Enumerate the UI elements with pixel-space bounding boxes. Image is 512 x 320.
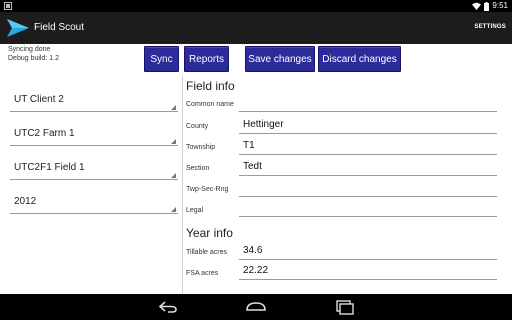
dropdown-arrow-icon — [171, 207, 176, 212]
recents-icon[interactable] — [332, 299, 356, 315]
year-info-heading: Year info — [186, 226, 233, 240]
dropdown-arrow-icon — [171, 173, 176, 178]
legal-field[interactable] — [239, 201, 497, 217]
county-field[interactable]: Hettinger — [239, 118, 497, 134]
twp-sec-rng-label: Twp-Sec-Rng — [186, 186, 229, 193]
navigation-bar — [0, 294, 512, 320]
year-spinner[interactable]: 2012 — [10, 188, 178, 214]
township-field[interactable]: T1 — [239, 139, 497, 155]
back-icon[interactable] — [156, 299, 180, 315]
common-name-field[interactable] — [239, 96, 497, 112]
client-spinner[interactable]: UT Client 2 — [10, 86, 178, 112]
dropdown-arrow-icon — [171, 139, 176, 144]
farm-spinner[interactable]: UTC2 Farm 1 — [10, 120, 178, 146]
client-spinner-value: UT Client 2 — [14, 94, 64, 105]
farm-spinner-value: UTC2 Farm 1 — [14, 128, 75, 139]
discard-changes-button[interactable]: Discard changes — [318, 46, 401, 72]
status-bar: 9:51 — [0, 0, 512, 12]
field-scout-arrow-icon — [7, 19, 29, 37]
county-label: County — [186, 123, 209, 130]
battery-icon — [484, 1, 490, 11]
field-spinner-value: UTC2F1 Field 1 — [14, 162, 85, 173]
reports-button[interactable]: Reports — [184, 46, 229, 72]
field-info-heading: Field info — [186, 79, 235, 93]
settings-button[interactable]: SETTINGS — [474, 24, 506, 30]
fsa-acres-label: FSA acres — [186, 270, 219, 277]
section-label: Section — [186, 165, 210, 172]
home-icon[interactable] — [244, 299, 268, 315]
dropdown-arrow-icon — [171, 105, 176, 110]
notification-icon — [4, 2, 12, 10]
year-spinner-value: 2012 — [14, 196, 37, 207]
tillable-acres-label: Tillable acres — [186, 249, 227, 256]
save-changes-button[interactable]: Save changes — [245, 46, 315, 72]
panel-divider — [182, 76, 183, 294]
field-spinner[interactable]: UTC2F1 Field 1 — [10, 154, 178, 180]
wifi-icon — [472, 2, 482, 10]
app-title: Field Scout — [34, 22, 85, 33]
township-label: Township — [186, 144, 216, 151]
sync-button[interactable]: Sync — [144, 46, 179, 72]
build-version-text: Debug build: 1.2 — [8, 55, 59, 62]
common-name-label: Common name — [186, 101, 234, 108]
action-bar: Field Scout SETTINGS — [0, 12, 512, 44]
twp-sec-rng-field[interactable] — [239, 181, 497, 197]
sync-status: Syncing done Debug build: 1.2 — [8, 45, 59, 63]
tillable-acres-field[interactable]: 34.6 — [239, 244, 497, 260]
sync-status-text: Syncing done — [8, 46, 51, 53]
section-field[interactable]: Tedt — [239, 160, 497, 176]
status-clock: 9:51 — [492, 1, 508, 10]
fsa-acres-field[interactable]: 22.22 — [239, 264, 497, 280]
legal-label: Legal — [186, 207, 204, 214]
